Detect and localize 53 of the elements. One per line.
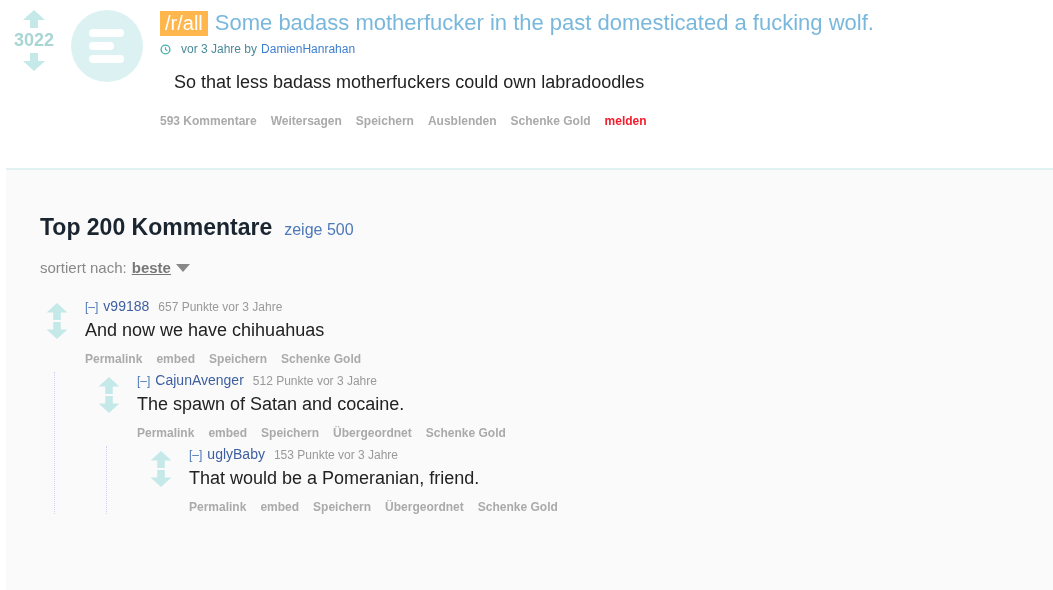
comment-action-link[interactable]: Speichern	[209, 352, 268, 366]
comment-action-link[interactable]: Übergeordnet	[385, 500, 464, 514]
author-link[interactable]: DamienHanrahan	[261, 42, 356, 56]
upvote-icon[interactable]	[23, 10, 45, 28]
sort-label: sortiert nach:	[40, 259, 127, 276]
comment-meta: 657 Punkte vor 3 Jahre	[158, 300, 283, 314]
comment-action-link[interactable]: Permalink	[137, 426, 195, 440]
comment-action-link[interactable]: embed	[156, 352, 196, 366]
comment-action-link[interactable]: Permalink	[189, 500, 247, 514]
comment-action-link[interactable]: embed	[260, 500, 300, 514]
downvote-icon[interactable]	[46, 322, 68, 339]
subreddit-tag[interactable]: /r/all	[160, 10, 208, 36]
downvote-icon[interactable]	[98, 396, 120, 413]
comment-author[interactable]: uglyBaby	[207, 446, 265, 462]
show-more-link[interactable]: zeige 500	[284, 221, 354, 239]
upvote-icon[interactable]	[46, 303, 68, 320]
action-link[interactable]: melden	[604, 114, 647, 128]
action-link[interactable]: Weitersagen	[270, 114, 342, 128]
clock-icon	[160, 43, 171, 55]
comment-action-link[interactable]: Schenke Gold	[281, 352, 362, 366]
caret-icon[interactable]	[175, 263, 190, 272]
post-body: So that less badass motherfuckers could own labradoodles	[174, 72, 646, 93]
thumbnail-icon[interactable]	[71, 10, 143, 82]
comments-heading: Top 200 Kommentare	[40, 214, 273, 241]
comment-action-link[interactable]: Permalink	[85, 352, 143, 366]
sort-dropdown[interactable]: beste	[131, 259, 171, 276]
collapse-toggle[interactable]: [–]	[137, 374, 151, 388]
downvote-icon[interactable]	[23, 53, 45, 71]
comment-text: The spawn of Satan and cocaine.	[137, 394, 406, 415]
upvote-icon[interactable]	[150, 451, 172, 468]
comment-text: And now we have chihuahuas	[85, 320, 326, 341]
comment-action-link[interactable]: Speichern	[261, 426, 320, 440]
comment-author[interactable]: v99188	[103, 298, 150, 314]
comment-action-link[interactable]: Übergeordnet	[333, 426, 412, 440]
comment-action-link[interactable]: Schenke Gold	[425, 426, 506, 440]
comment-action-link[interactable]: embed	[208, 426, 248, 440]
post-title[interactable]: Some badass motherfucker in the past domesticated a fucking wolf.	[214, 10, 874, 36]
action-link[interactable]: Ausblenden	[427, 114, 497, 128]
comment-action-link[interactable]: Speichern	[313, 500, 372, 514]
upvote-icon[interactable]	[98, 377, 120, 394]
comment-meta: 512 Punkte vor 3 Jahre	[252, 374, 377, 388]
collapse-toggle[interactable]: [–]	[189, 448, 203, 462]
post-time: vor 3 Jahre by	[181, 42, 258, 56]
comment-author[interactable]: CajunAvenger	[155, 372, 244, 388]
collapse-toggle[interactable]: [–]	[85, 300, 99, 314]
comment-text: That would be a Pomeranian, friend.	[189, 468, 481, 489]
action-link[interactable]: Speichern	[355, 114, 414, 128]
downvote-icon[interactable]	[150, 470, 172, 487]
action-link[interactable]: 593 Kommentare	[160, 114, 257, 128]
comment-action-link[interactable]: Schenke Gold	[477, 500, 558, 514]
score: 3022	[13, 30, 54, 51]
action-link[interactable]: Schenke Gold	[510, 114, 591, 128]
comment-meta: 153 Punkte vor 3 Jahre	[273, 448, 398, 462]
